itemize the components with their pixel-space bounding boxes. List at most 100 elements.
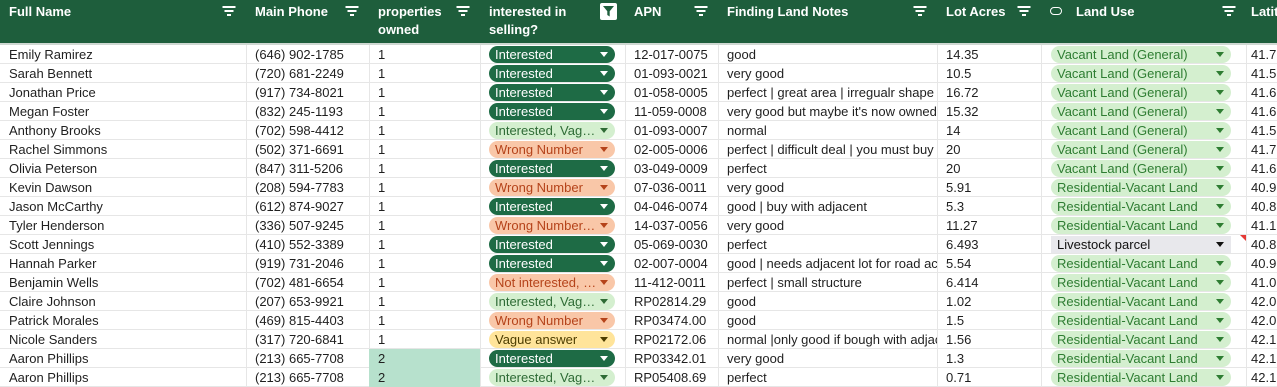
cell-lot-acres[interactable]: 5.54 <box>937 254 1041 273</box>
land-use-dropdown-chip[interactable]: Vacant Land (General) <box>1051 122 1231 139</box>
chevron-down-icon[interactable] <box>600 242 608 247</box>
cell-apn[interactable]: 11-059-0008 <box>625 102 718 121</box>
cell-land-use[interactable]: Residential-Vacant Land <box>1041 330 1246 349</box>
cell-interested-in-selling[interactable]: Wrong Number <box>480 311 625 330</box>
cell-full-name[interactable]: Scott Jennings <box>0 235 246 254</box>
chevron-down-icon[interactable] <box>1216 261 1224 266</box>
chevron-down-icon[interactable] <box>600 128 608 133</box>
status-dropdown-chip[interactable]: Not interested, Wrong Number <box>489 274 615 291</box>
cell-land-use[interactable]: Residential-Vacant Land <box>1041 273 1246 292</box>
cell-finding-land-notes[interactable]: perfect <box>718 235 937 254</box>
chevron-down-icon[interactable] <box>1216 147 1224 152</box>
table-row[interactable]: Tyler Henderson (336) 507-9245 1 Wrong Numb… <box>0 216 1277 235</box>
land-use-dropdown-chip[interactable]: Residential-Vacant Land <box>1051 312 1231 329</box>
land-use-dropdown-chip[interactable]: Vacant Land (General) <box>1051 65 1231 82</box>
cell-finding-land-notes[interactable]: good | needs adjacent lot for road acces… <box>718 254 937 273</box>
cell-main-phone[interactable]: (469) 815-4403 <box>246 311 369 330</box>
cell-interested-in-selling[interactable]: Interested, Vague answer <box>480 121 625 140</box>
table-row[interactable]: Jason McCarthy (612) 874-9027 1 Interested 0… <box>0 197 1277 216</box>
cell-finding-land-notes[interactable]: normal |only good if bough with adjacent <box>718 330 937 349</box>
chevron-down-icon[interactable] <box>1216 204 1224 209</box>
cell-properties-owned[interactable]: 1 <box>369 254 480 273</box>
land-use-dropdown-chip[interactable]: Residential-Vacant Land <box>1051 217 1231 234</box>
chevron-down-icon[interactable] <box>1216 128 1224 133</box>
filter-icon[interactable] <box>1017 5 1031 17</box>
chevron-down-icon[interactable] <box>600 185 608 190</box>
land-use-dropdown-chip[interactable]: Vacant Land (General) <box>1051 84 1231 101</box>
cell-interested-in-selling[interactable]: Interested <box>480 235 625 254</box>
cell-lot-acres[interactable]: 1.56 <box>937 330 1041 349</box>
chevron-down-icon[interactable] <box>1216 71 1224 76</box>
column-header-land-use[interactable]: Land Use <box>1041 0 1246 43</box>
status-dropdown-chip[interactable]: Interested <box>489 198 615 215</box>
land-use-dropdown-chip[interactable]: Residential-Vacant Land <box>1051 369 1231 386</box>
status-dropdown-chip[interactable]: Interested <box>489 84 615 101</box>
cell-main-phone[interactable]: (832) 245-1193 <box>246 102 369 121</box>
chevron-down-icon[interactable] <box>1216 223 1224 228</box>
cell-main-phone[interactable]: (213) 665-7708 <box>246 349 369 368</box>
cell-apn[interactable]: 01-058-0005 <box>625 83 718 102</box>
cell-latitude[interactable]: 42.0 <box>1246 311 1277 330</box>
cell-interested-in-selling[interactable]: Wrong Number <box>480 140 625 159</box>
cell-lot-acres[interactable]: 1.3 <box>937 349 1041 368</box>
chevron-down-icon[interactable] <box>600 299 608 304</box>
chevron-down-icon[interactable] <box>1216 52 1224 57</box>
cell-main-phone[interactable]: (720) 681-2249 <box>246 64 369 83</box>
cell-properties-owned[interactable]: 1 <box>369 121 480 140</box>
status-dropdown-chip[interactable]: Interested, Vague answer <box>489 293 615 310</box>
cell-properties-owned[interactable]: 1 <box>369 83 480 102</box>
cell-lot-acres[interactable]: 14.35 <box>937 45 1041 64</box>
cell-main-phone[interactable]: (919) 731-2046 <box>246 254 369 273</box>
cell-properties-owned[interactable]: 1 <box>369 45 480 64</box>
cell-latitude[interactable]: 42.1 <box>1246 368 1277 387</box>
cell-apn[interactable]: RP03474.00 <box>625 311 718 330</box>
status-dropdown-chip[interactable]: Interested <box>489 103 615 120</box>
status-dropdown-chip[interactable]: Interested <box>489 236 615 253</box>
chevron-down-icon[interactable] <box>600 280 608 285</box>
cell-interested-in-selling[interactable]: Interested <box>480 197 625 216</box>
filter-icon[interactable] <box>913 5 927 17</box>
cell-main-phone[interactable]: (702) 481-6654 <box>246 273 369 292</box>
cell-interested-in-selling[interactable]: Interested <box>480 349 625 368</box>
cell-finding-land-notes[interactable]: very good <box>718 178 937 197</box>
cell-interested-in-selling[interactable]: Interested <box>480 83 625 102</box>
cell-lot-acres[interactable]: 15.32 <box>937 102 1041 121</box>
cell-finding-land-notes[interactable]: very good <box>718 64 937 83</box>
cell-lot-acres[interactable]: 20 <box>937 159 1041 178</box>
cell-properties-owned[interactable]: 1 <box>369 178 480 197</box>
cell-land-use[interactable]: Residential-Vacant Land <box>1041 178 1246 197</box>
cell-full-name[interactable]: Anthony Brooks <box>0 121 246 140</box>
cell-full-name[interactable]: Olivia Peterson <box>0 159 246 178</box>
table-row[interactable]: Anthony Brooks (702) 598-4412 1 Interested,… <box>0 121 1277 140</box>
cell-lot-acres[interactable]: 16.72 <box>937 83 1041 102</box>
filter-icon[interactable] <box>456 5 470 17</box>
cell-latitude[interactable]: 40.8 <box>1246 197 1277 216</box>
table-row[interactable]: Jonathan Price (917) 734-8021 1 Interested 0… <box>0 83 1277 102</box>
cell-full-name[interactable]: Sarah Bennett <box>0 64 246 83</box>
chevron-down-icon[interactable] <box>600 204 608 209</box>
table-row[interactable]: Benjamin Wells (702) 481-6654 1 Not interes… <box>0 273 1277 292</box>
cell-land-use[interactable]: Residential-Vacant Land <box>1041 254 1246 273</box>
cell-main-phone[interactable]: (213) 665-7708 <box>246 368 369 387</box>
cell-interested-in-selling[interactable]: Interested, Vague answer <box>480 368 625 387</box>
cell-lot-acres[interactable]: 0.71 <box>937 368 1041 387</box>
cell-apn[interactable]: RP02814.29 <box>625 292 718 311</box>
cell-properties-owned[interactable]: 1 <box>369 330 480 349</box>
cell-lot-acres[interactable]: 5.91 <box>937 178 1041 197</box>
cell-latitude[interactable]: 41.7 <box>1246 45 1277 64</box>
active-filter-icon[interactable] <box>600 3 617 20</box>
chevron-down-icon[interactable] <box>1216 337 1224 342</box>
cell-apn[interactable]: RP05408.69 <box>625 368 718 387</box>
cell-interested-in-selling[interactable]: Interested <box>480 64 625 83</box>
chevron-down-icon[interactable] <box>1216 109 1224 114</box>
chevron-down-icon[interactable] <box>600 109 608 114</box>
chevron-down-icon[interactable] <box>600 261 608 266</box>
status-dropdown-chip[interactable]: Interested <box>489 350 615 367</box>
chevron-down-icon[interactable] <box>1216 185 1224 190</box>
cell-finding-land-notes[interactable]: perfect | great area | irregualr shape <box>718 83 937 102</box>
cell-full-name[interactable]: Jonathan Price <box>0 83 246 102</box>
cell-main-phone[interactable]: (847) 311-5206 <box>246 159 369 178</box>
cell-land-use[interactable]: Residential-Vacant Land <box>1041 349 1246 368</box>
land-use-dropdown-chip[interactable]: Vacant Land (General) <box>1051 141 1231 158</box>
cell-apn[interactable]: 11-412-0011 <box>625 273 718 292</box>
